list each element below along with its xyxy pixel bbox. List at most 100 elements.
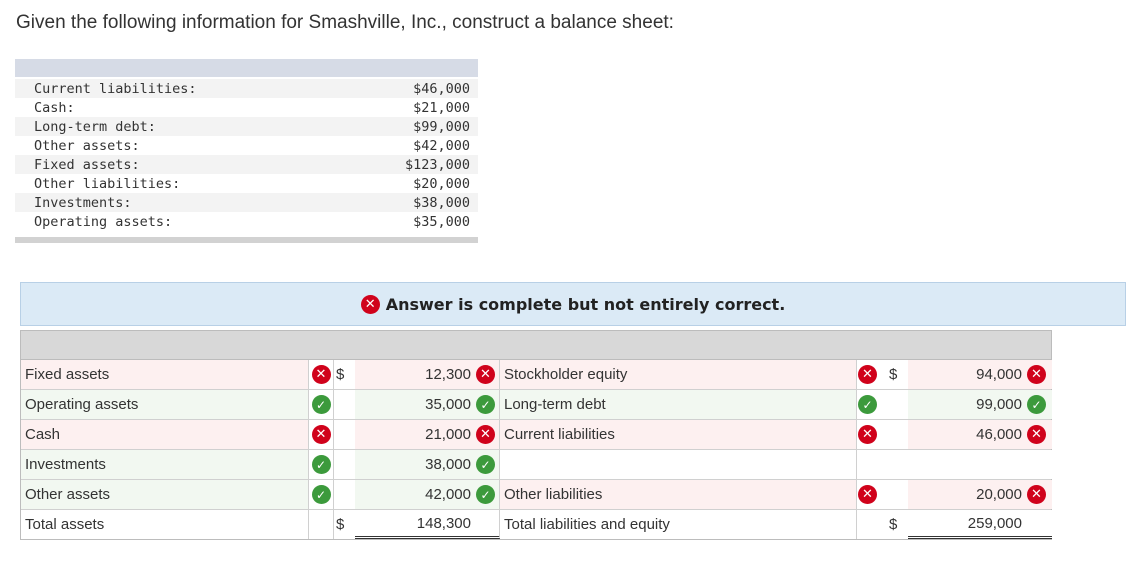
currency-symbol: $	[336, 516, 345, 533]
left-account-label: Other assets	[25, 486, 111, 503]
given-label: Fixed assets:	[34, 156, 140, 173]
right-account-label: Long-term debt	[504, 396, 606, 413]
right-amount-value: 259,000	[967, 514, 1022, 532]
check-circle-icon: ✓	[476, 395, 495, 414]
left-amount-value: 38,000	[425, 456, 471, 473]
x-circle-icon: ✕	[1027, 485, 1046, 504]
total-row: Total assets $148,300 Total liabilities an…	[21, 510, 1052, 539]
x-circle-icon: ✕	[311, 425, 331, 444]
x-circle-icon: ✕	[1027, 425, 1046, 444]
table-row: Fixed assets ✕ $12,300 ✕ Stockholder equity ✕…	[21, 360, 1052, 390]
left-amount-input[interactable]: 12,300 ✕	[355, 360, 500, 389]
left-account-status: ✓	[309, 450, 334, 479]
right-dollar-sign: $	[887, 510, 908, 539]
check-circle-icon: ✓	[858, 395, 877, 414]
balance-sheet-grid: Fixed assets ✕ $12,300 ✕ Stockholder equity ✕…	[20, 330, 1052, 540]
left-amount-input[interactable]: 21,000 ✕	[355, 420, 500, 449]
given-label: Current liabilities:	[34, 80, 197, 97]
given-value: $42,000	[413, 137, 470, 154]
left-dollar-sign: $	[334, 510, 355, 539]
x-circle-icon: ✕	[360, 294, 380, 314]
left-dollar-sign	[334, 390, 355, 419]
check-circle-icon: ✓	[311, 395, 331, 414]
check-circle-icon: ✓	[476, 455, 495, 474]
right-dollar-sign	[887, 390, 908, 419]
left-account-select[interactable]: Fixed assets	[21, 360, 309, 389]
currency-symbol: $	[336, 366, 345, 383]
right-amount-input[interactable]: 46,000 ✕	[908, 420, 1052, 449]
given-value: $21,000	[413, 99, 470, 116]
question-text: Given the following information for Smas…	[16, 12, 674, 33]
right-dollar-sign	[887, 450, 908, 479]
right-amount-input: 259,000	[908, 510, 1052, 539]
balance-sheet-header	[21, 331, 1051, 360]
right-dollar-sign: $	[887, 360, 908, 389]
right-account-select: Total liabilities and equity	[500, 510, 857, 539]
given-data-table: Current liabilities: $46,000 Cash: $21,000 L…	[15, 59, 478, 243]
given-table-header	[15, 59, 478, 77]
right-amount-input[interactable]: 94,000 ✕	[908, 360, 1052, 389]
left-amount-input[interactable]: 38,000 ✓	[355, 450, 500, 479]
right-amount-input[interactable]: 99,000 ✓	[908, 390, 1052, 419]
x-circle-icon: ✕	[858, 425, 877, 444]
right-account-select[interactable]: Long-term debt	[500, 390, 857, 419]
given-row: Long-term debt: $99,000	[15, 117, 478, 136]
right-account-status: ✕	[857, 360, 887, 389]
left-dollar-sign	[334, 420, 355, 449]
right-dollar-sign	[887, 420, 908, 449]
x-circle-icon: ✕	[476, 365, 495, 384]
given-label: Other liabilities:	[34, 175, 181, 192]
x-circle-icon: ✕	[1027, 365, 1046, 384]
currency-symbol: $	[889, 366, 898, 383]
left-amount-input[interactable]: 35,000 ✓	[355, 390, 500, 419]
check-circle-icon: ✓	[311, 485, 331, 504]
given-label: Operating assets:	[34, 213, 173, 230]
left-account-select[interactable]: Cash	[21, 420, 309, 449]
left-dollar-sign	[334, 480, 355, 509]
right-account-status: ✕	[857, 480, 887, 509]
left-amount-value: 21,000	[425, 426, 471, 443]
left-account-label: Cash	[25, 426, 61, 443]
right-account-select[interactable]: Stockholder equity	[500, 360, 857, 389]
right-amount-value: 46,000	[976, 426, 1022, 443]
table-row: Operating assets ✓ 35,000 ✓ Long-term debt ✓ 9…	[21, 390, 1052, 420]
given-value: $38,000	[413, 194, 470, 211]
check-circle-icon: ✓	[476, 485, 495, 504]
check-circle-icon: ✓	[1027, 395, 1046, 414]
left-account-select[interactable]: Operating assets	[21, 390, 309, 419]
left-account-select: Total assets	[21, 510, 309, 539]
right-amount-value: 99,000	[976, 396, 1022, 413]
right-amount-input[interactable]: 20,000 ✕	[908, 480, 1052, 509]
right-account-status: ✓	[857, 390, 887, 419]
right-account-select[interactable]: Current liabilities	[500, 420, 857, 449]
left-account-select[interactable]: Investments	[21, 450, 309, 479]
left-account-status: ✓	[309, 480, 334, 509]
x-circle-icon: ✕	[858, 485, 877, 504]
answer-status-banner: ✕ Answer is complete but not entirely co…	[20, 282, 1126, 326]
left-account-status: ✕	[309, 420, 334, 449]
left-account-status: ✓	[309, 390, 334, 419]
right-account-label: Stockholder equity	[504, 366, 628, 383]
right-account-select[interactable]: Other liabilities	[500, 480, 857, 509]
given-value: $99,000	[413, 118, 470, 135]
given-table-body: Current liabilities: $46,000 Cash: $21,000 L…	[15, 77, 478, 237]
right-account-label: Current liabilities	[504, 426, 615, 443]
right-account-status: ✕	[857, 420, 887, 449]
left-amount-value: 35,000	[425, 396, 471, 413]
right-account-select	[500, 450, 857, 479]
left-amount-input[interactable]: 42,000 ✓	[355, 480, 500, 509]
left-account-label: Operating assets	[25, 396, 139, 413]
left-account-status	[309, 510, 334, 539]
right-account-label: Other liabilities	[504, 486, 603, 503]
given-row: Investments: $38,000	[15, 193, 478, 212]
currency-symbol: $	[889, 516, 898, 533]
left-amount-value: 12,300	[425, 366, 471, 383]
left-dollar-sign: $	[334, 360, 355, 389]
given-row: Operating assets: $35,000	[15, 212, 478, 231]
right-account-status	[857, 450, 887, 479]
left-dollar-sign	[334, 450, 355, 479]
left-account-select[interactable]: Other assets	[21, 480, 309, 509]
given-row: Other liabilities: $20,000	[15, 174, 478, 193]
right-account-status	[857, 510, 887, 539]
given-row: Current liabilities: $46,000	[15, 79, 478, 98]
